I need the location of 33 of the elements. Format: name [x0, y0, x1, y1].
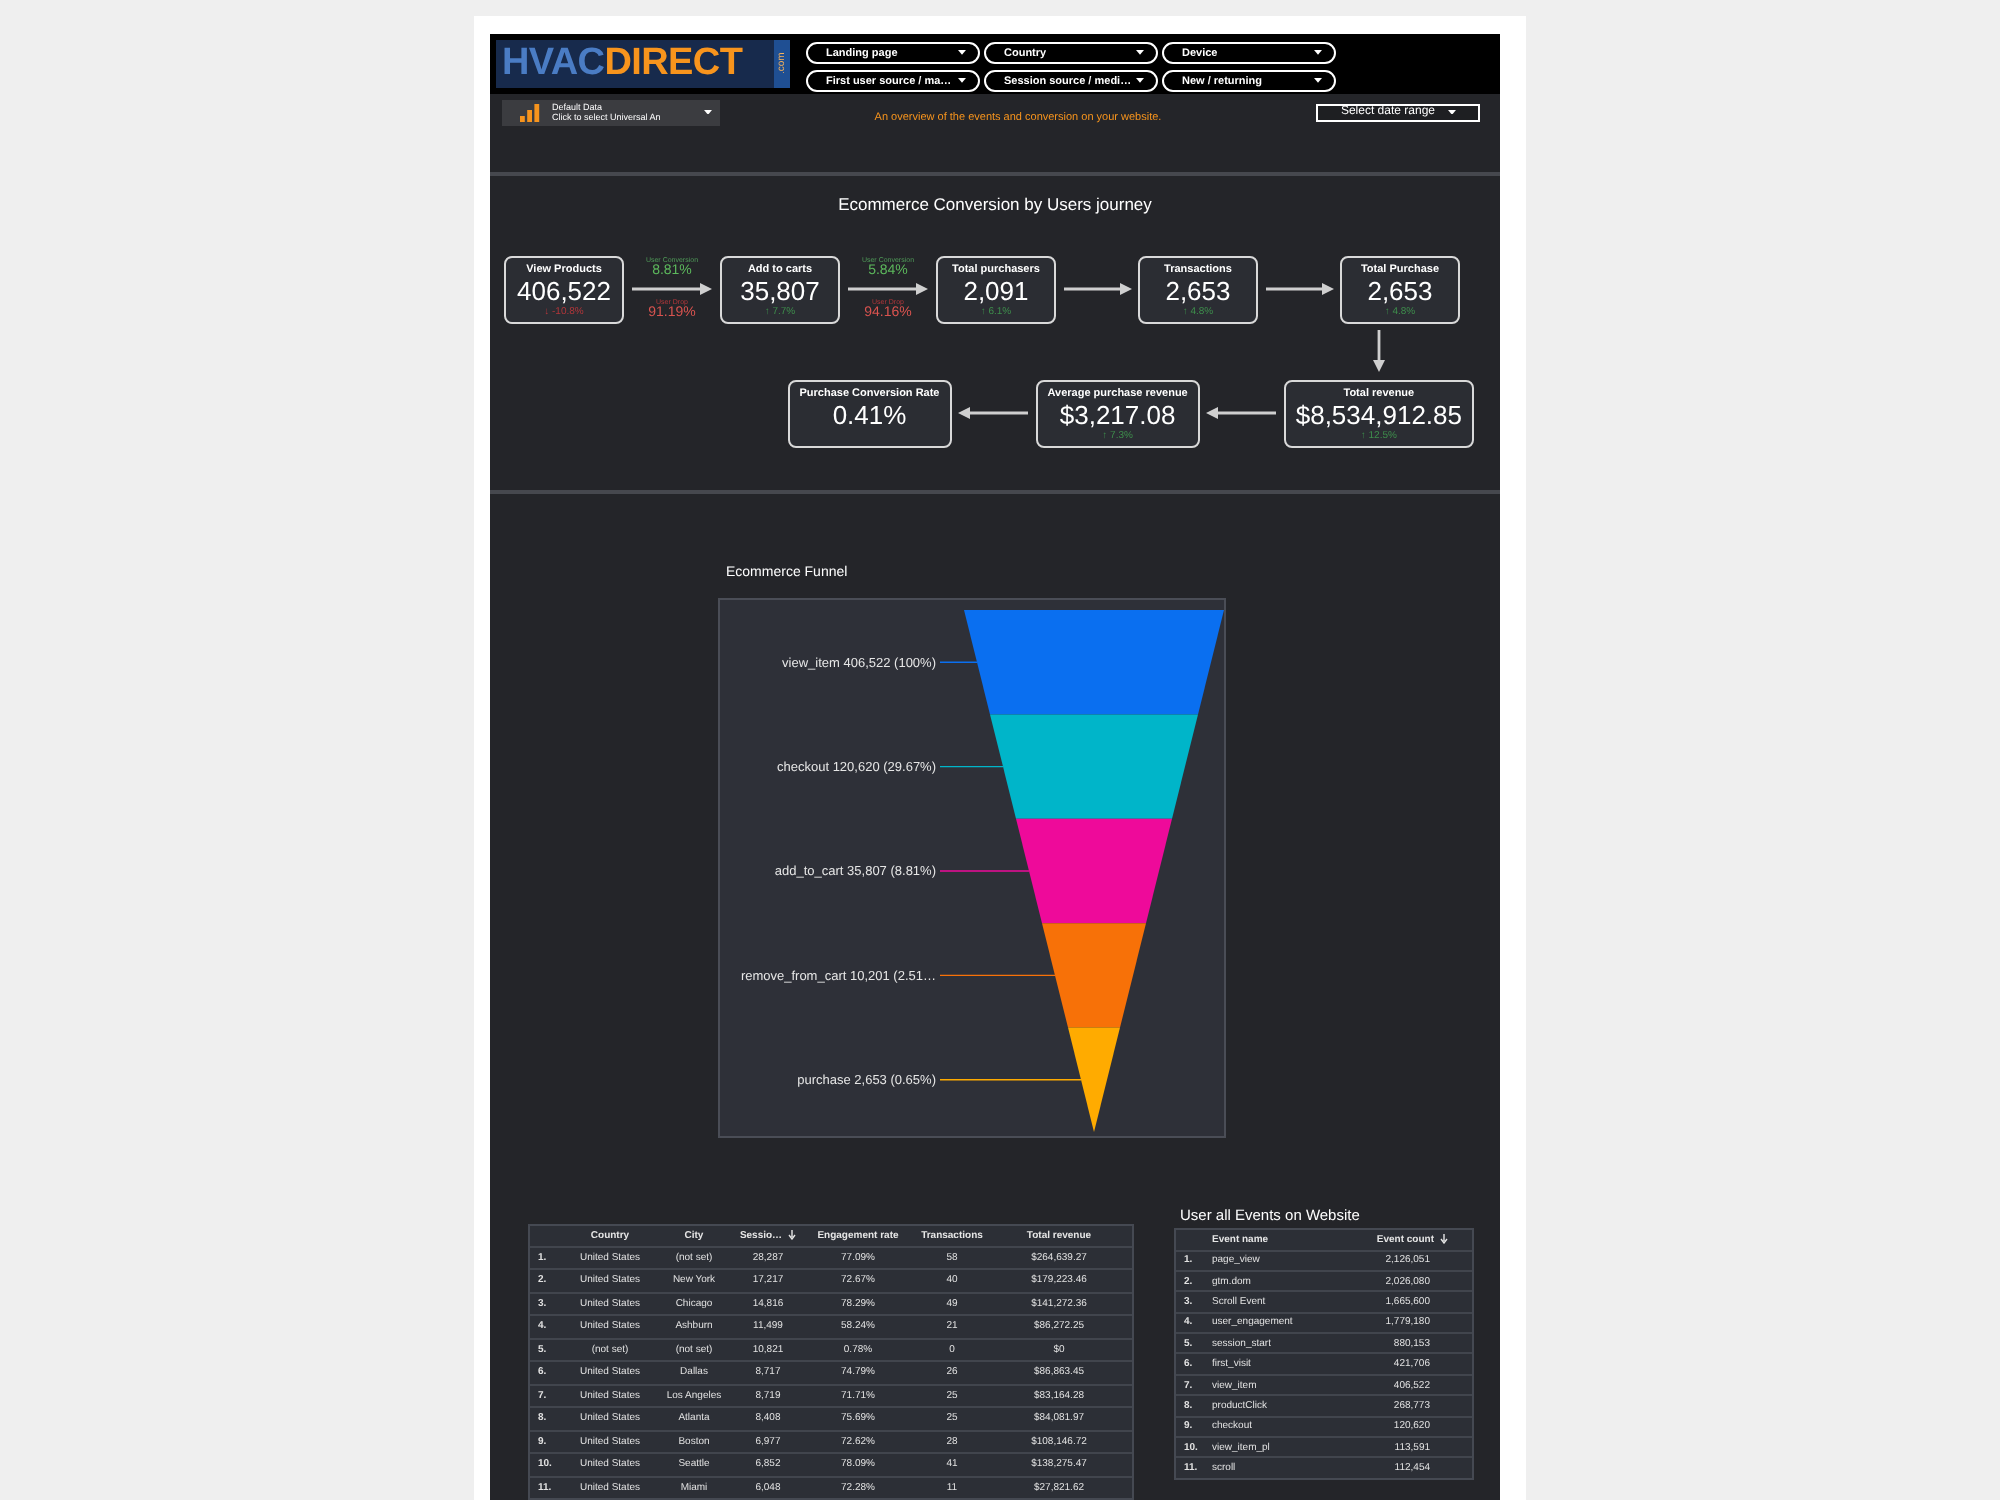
- sort-down-icon: [1440, 1234, 1448, 1244]
- caret-icon: [1314, 50, 1322, 56]
- metric-value: 35,807: [740, 277, 820, 306]
- metric-value: 2,091: [963, 277, 1029, 306]
- leader-line: [939, 869, 1030, 871]
- sort-down-icon: [788, 1230, 797, 1240]
- metric-value: $8,534,912.85: [1295, 401, 1462, 430]
- caret-icon: [958, 50, 966, 56]
- arrow-icon: [1265, 282, 1333, 297]
- caret-icon: [704, 109, 712, 115]
- section-title: Ecommerce Conversion by Users journey: [838, 193, 1152, 216]
- arrow-icon: [632, 282, 712, 297]
- caret-icon: [958, 78, 966, 84]
- leader-line: [939, 660, 978, 662]
- arrow-icon: [1371, 330, 1385, 373]
- metric-value: 2,653: [1165, 277, 1231, 306]
- caret-icon: [1136, 78, 1144, 84]
- bar-chart-icon: [520, 103, 540, 122]
- caret-icon: [1314, 78, 1322, 84]
- metric-value: $3,217.08: [1059, 401, 1176, 430]
- caret-icon: [1447, 109, 1456, 115]
- logo-wordmark: HVACDIRECT: [502, 44, 743, 84]
- metric-value: 0.41%: [832, 401, 907, 430]
- arrow-icon: [1206, 406, 1277, 421]
- leader-line: [939, 1078, 1082, 1080]
- caret-icon: [1136, 50, 1144, 56]
- leader-line: [939, 764, 1004, 767]
- leader-line: [939, 973, 1056, 976]
- arrow-icon: [848, 282, 928, 297]
- arrow-icon: [958, 406, 1029, 421]
- metric-value: 406,522: [517, 277, 611, 306]
- arrow-icon: [1063, 282, 1131, 297]
- metric-value: 2,653: [1367, 277, 1433, 306]
